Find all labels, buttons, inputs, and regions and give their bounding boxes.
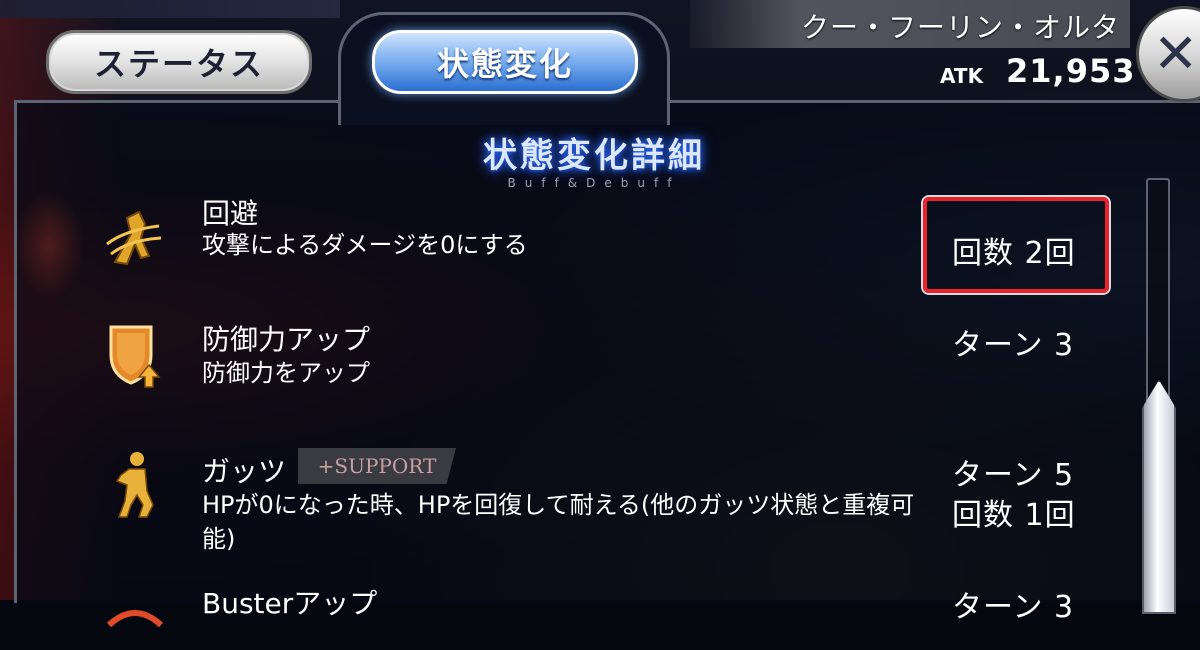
atk-value: 21,953 (1006, 52, 1136, 90)
enemy-name: クー・フーリン・オルタ (800, 11, 1120, 44)
defense-up-icon (100, 320, 170, 390)
effect-value: ターン 5 (952, 458, 1075, 493)
tab-state-change[interactable]: 状態変化 (372, 30, 638, 94)
top-left-status-strip (0, 0, 340, 18)
panel-subtitle: Buff&Debuff (507, 176, 681, 190)
tab-status[interactable]: ステータス (46, 30, 312, 94)
evade-icon (100, 204, 170, 274)
buster-up-icon (100, 580, 170, 650)
effect-name: 防御力アップ (202, 323, 371, 356)
support-badge: +SUPPORT (298, 448, 456, 484)
effect-value: 回数 1回 (952, 498, 1076, 533)
target-marker-art (14, 190, 84, 300)
effect-name: Busterアップ (202, 587, 378, 620)
panel-title: 状態変化詳細 (483, 136, 705, 176)
effect-value: ターン 3 (952, 590, 1075, 625)
highlight-box (923, 197, 1109, 293)
effect-description: 攻撃によるダメージを0にする (202, 231, 528, 259)
effect-name: 回避 (202, 197, 259, 230)
effect-value: ターン 3 (952, 328, 1075, 363)
close-icon: ✕ (1153, 22, 1199, 85)
guts-icon (100, 450, 170, 520)
scrollbar-thumb[interactable] (1142, 380, 1176, 614)
effect-description: HPが0になった時、HPを回復して耐える(他のガッツ状態と重複可能) (202, 491, 915, 553)
atk-label: ATK (940, 64, 984, 88)
effect-description: 防御力をアップ (202, 359, 370, 387)
effect-name: ガッツ (202, 455, 287, 488)
